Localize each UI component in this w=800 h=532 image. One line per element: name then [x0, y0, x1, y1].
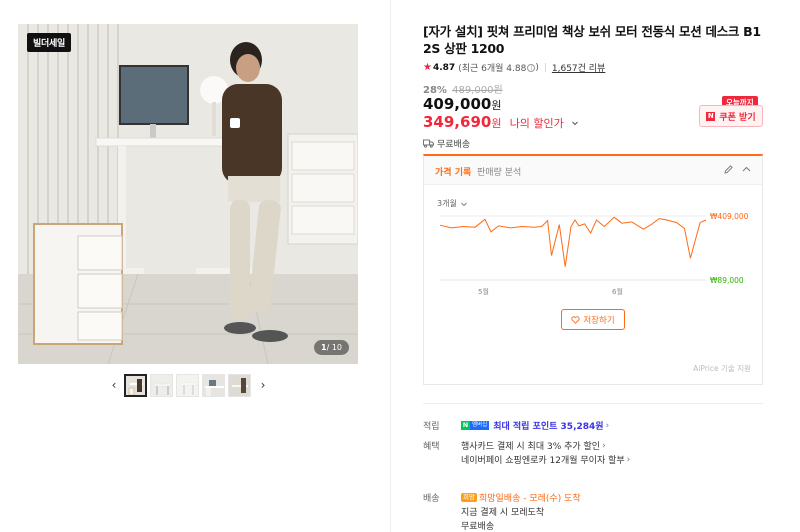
benefit-label: 혜택 — [423, 442, 440, 452]
sale-price-value: 409,000 — [423, 95, 492, 113]
period-label: 3개월 — [437, 199, 457, 208]
price-history-panel: 가격 기록 판매량 분석 3개월 ₩409,000 ₩89,000 5월 6월 — [423, 154, 763, 385]
thumbnail-3[interactable] — [176, 373, 199, 397]
max-price-label: ₩409,000 — [710, 212, 749, 221]
arrival-text: 지금 결제 시 모레도착 — [461, 508, 545, 518]
chevron-up-icon[interactable] — [741, 164, 752, 175]
sale-price: 409,000원 — [423, 95, 501, 113]
membership-label: 멤버십 — [470, 421, 490, 430]
free-shipping-label: 무료배송 — [437, 140, 471, 150]
thumbnail-2[interactable] — [150, 373, 173, 397]
chevron-down-icon — [460, 202, 467, 206]
pencil-icon[interactable] — [723, 164, 734, 175]
image-counter-total: / 10 — [326, 343, 342, 352]
x-tick-june: 6월 — [612, 287, 623, 296]
shipping-info: 무료배송 — [423, 137, 470, 150]
thumbnail-image — [126, 375, 145, 395]
hope-delivery-text: 희망일배송 - 모레(수) 도착 — [478, 494, 581, 504]
naver-n-icon: N — [706, 111, 716, 121]
thumbnail-image — [151, 374, 172, 396]
next-image-button[interactable]: › — [256, 374, 270, 396]
thumbnail-image — [177, 374, 198, 396]
thumbnail-4[interactable] — [202, 373, 225, 397]
my-price-unit: 원 — [491, 117, 502, 130]
chevron-down-icon — [572, 121, 578, 126]
price-history-header: 가격 기록 판매량 분석 — [424, 156, 762, 185]
naver-n-icon: N — [461, 421, 470, 430]
product-gallery: 빌더세일 1/ 10 ‹ › — [0, 0, 390, 532]
benefit-card-text: 행사카드 결제 시 최대 3% 추가 할인 — [461, 442, 601, 452]
tab-price-history[interactable]: 가격 기록 — [435, 165, 471, 178]
price-history-line — [439, 216, 707, 267]
info-icon[interactable]: i — [527, 63, 536, 72]
benefit-installment-row[interactable]: 네이버페이 쇼핑엔로카 12개월 무이자 할부 › — [461, 453, 631, 467]
rating-score: 4.87 — [432, 62, 456, 73]
recent-rating: (최근 6개월 4.88 — [458, 64, 527, 74]
shipping-label: 배송 — [423, 494, 440, 504]
my-price-value: 349,690 — [423, 113, 492, 131]
truck-icon — [423, 139, 434, 148]
brand-badge: 빌더세일 — [27, 33, 71, 52]
star-icon: ★ — [423, 62, 432, 73]
points-row[interactable]: N 멤버십 최대 적립 포인트 35,284원 › — [461, 419, 609, 432]
my-price-label: 나의 할인가 — [509, 117, 564, 130]
rating-row: ★ 4.87 (최근 6개월 4.88 i ) | 1,657건 리뷰 — [423, 61, 605, 74]
free-shipping-text: 무료배송 — [461, 522, 495, 532]
period-selector[interactable]: 3개월 — [437, 198, 468, 209]
benefit-installment-text: 네이버페이 쇼핑엔로카 12개월 무이자 할부 — [461, 456, 625, 466]
heart-icon — [571, 315, 580, 324]
hope-delivery-row[interactable]: 희망 희망일배송 - 모레(수) 도착 — [461, 491, 581, 504]
recent-rating-close: ) — [535, 62, 539, 73]
thumbnail-image — [229, 374, 250, 396]
product-title: [자가 설치] 핏쳐 프리미엄 책상 보쉬 모터 전동식 모션 데스크 B1 2… — [423, 24, 761, 56]
price-series — [439, 216, 707, 267]
hope-delivery-badge: 희망 — [461, 493, 477, 502]
main-product-image[interactable]: 빌더세일 1/ 10 — [18, 24, 358, 364]
benefit-card-row[interactable]: 행사카드 결제 시 최대 3% 추가 할인 › — [461, 439, 606, 453]
prev-image-button[interactable]: ‹ — [107, 374, 121, 396]
save-button[interactable]: 저장하기 — [561, 309, 625, 330]
points-label: 적립 — [423, 422, 440, 432]
x-tick-may: 5월 — [478, 287, 489, 296]
price-history-chart: ₩409,000 ₩89,000 5월 6월 — [439, 212, 749, 296]
rating-separator: | — [543, 62, 547, 73]
discount-row: 28% 489,000원 — [423, 81, 503, 96]
aiprice-credit: AiPrice 기술 지원 — [693, 364, 751, 373]
image-counter: 1/ 10 — [314, 340, 349, 355]
thumbnail-image — [203, 374, 224, 396]
coupon-button-label: 쿠폰 받기 — [719, 112, 756, 123]
section-divider — [423, 403, 763, 404]
thumbnail-strip: ‹ › — [107, 372, 270, 398]
get-coupon-button[interactable]: N 쿠폰 받기 — [699, 105, 763, 127]
sale-price-unit: 원 — [491, 99, 502, 112]
min-price-label: ₩89,000 — [710, 276, 744, 285]
my-discount-price[interactable]: 349,690원 나의 할인가 — [423, 113, 579, 131]
thumbnail-5[interactable] — [228, 373, 251, 397]
max-points-text: 최대 적립 포인트 35,284원 — [493, 422, 604, 432]
desk-photo — [18, 24, 358, 364]
chevron-right-icon: › — [605, 420, 610, 431]
product-info: [자가 설치] 핏쳐 프리미엄 책상 보쉬 모터 전동식 모션 데스크 B1 2… — [423, 0, 763, 532]
npay-membership-badge: N 멤버십 — [461, 421, 490, 430]
review-count-link[interactable]: 1,657건 리뷰 — [552, 61, 605, 74]
chevron-right-icon: › — [602, 440, 606, 451]
thumbnail-1[interactable] — [124, 373, 147, 397]
save-button-label: 저장하기 — [583, 315, 615, 326]
chevron-right-icon: › — [626, 454, 631, 465]
tab-sales-analysis[interactable]: 판매량 분석 — [477, 165, 521, 178]
column-divider — [390, 0, 391, 532]
